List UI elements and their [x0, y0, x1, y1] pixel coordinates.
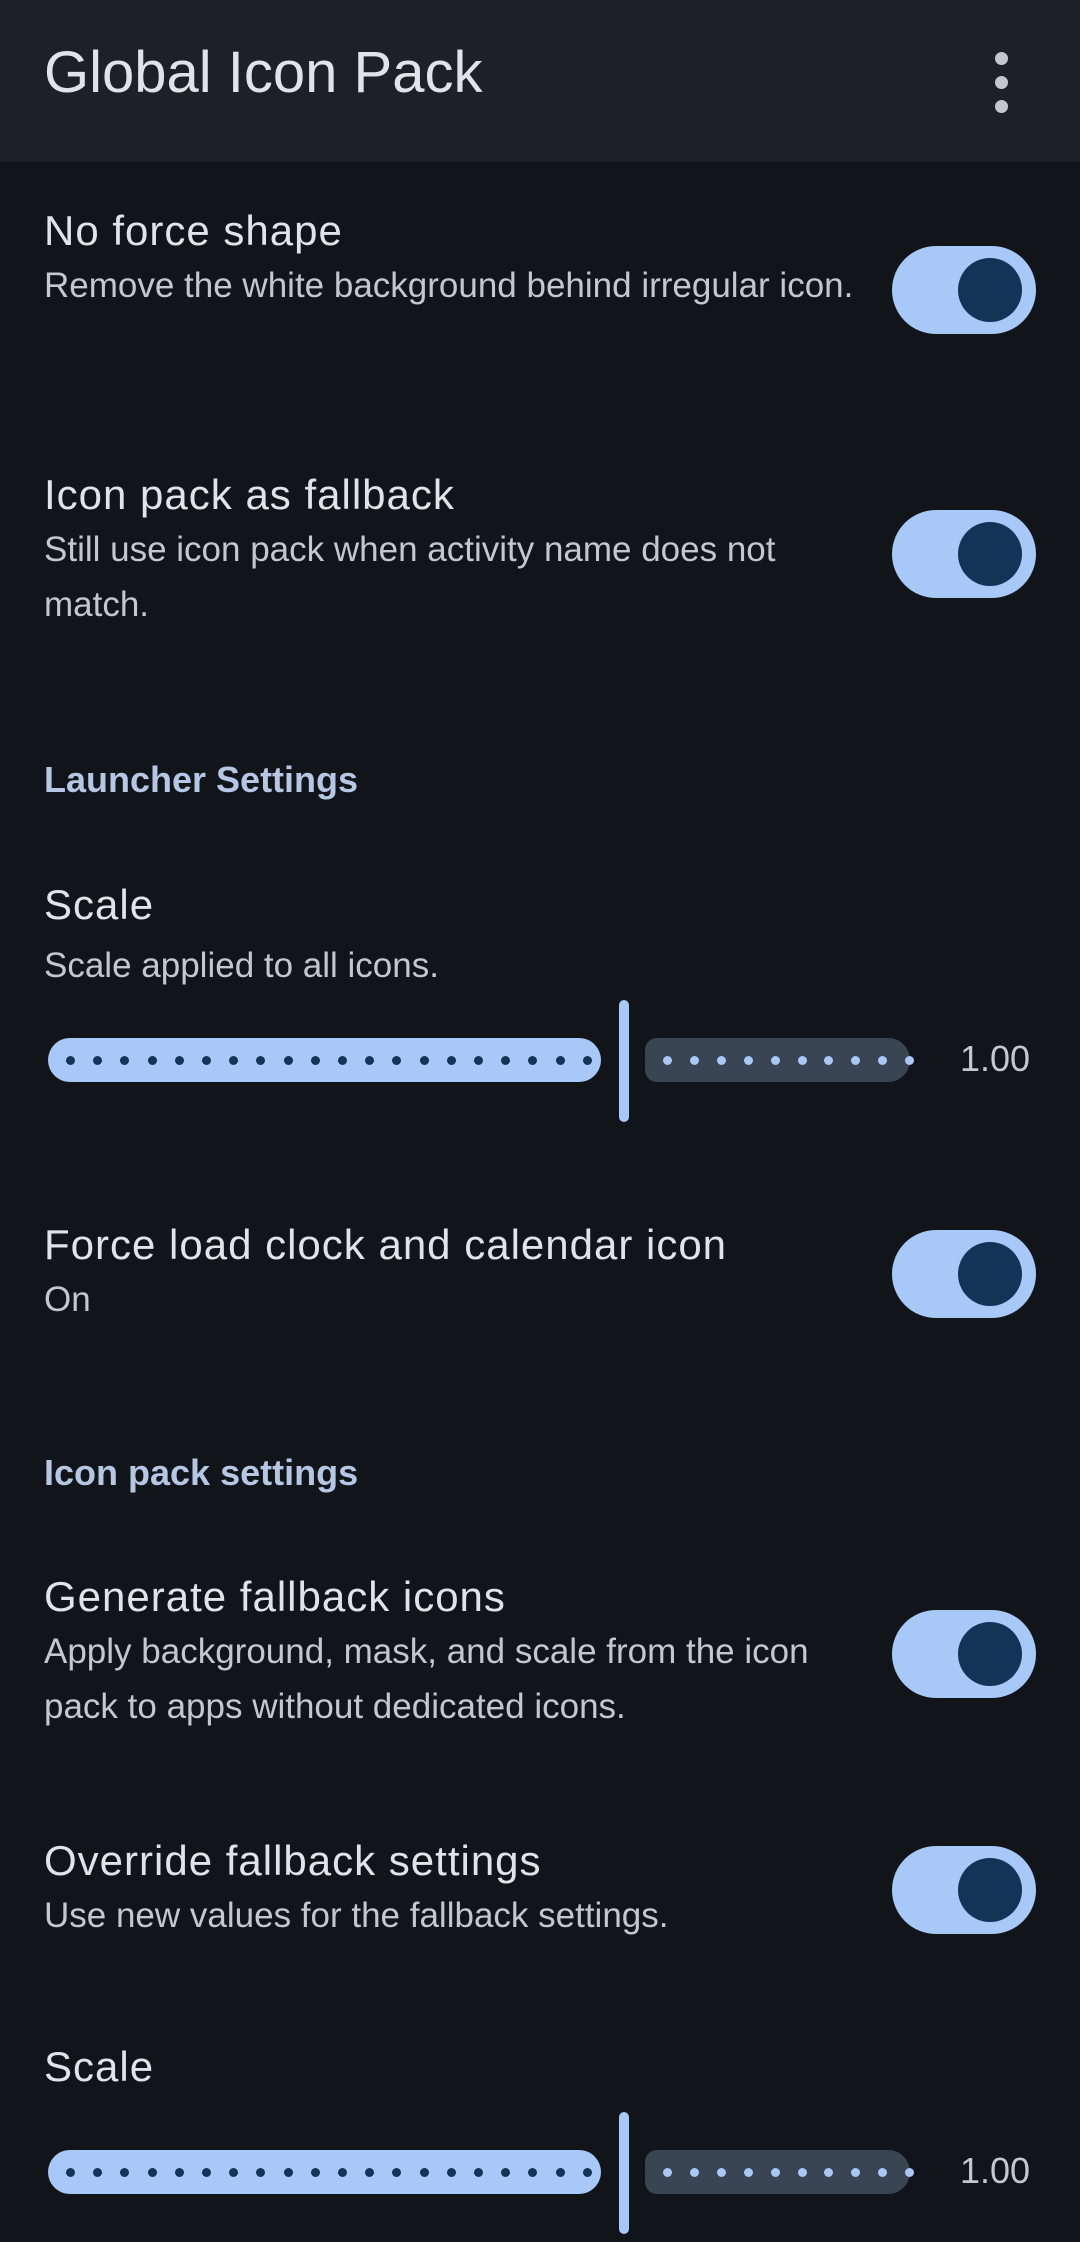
- slider-handle[interactable]: [619, 2112, 629, 2234]
- slider-tick: [770, 2168, 780, 2177]
- slider-active-track: [48, 2150, 601, 2194]
- pref-no-force-shape[interactable]: No force shape Remove the white backgrou…: [0, 190, 1080, 400]
- slider-tick: [555, 2168, 565, 2177]
- pref-summary: Still use icon pack when activity name d…: [44, 530, 776, 624]
- switch-thumb: [958, 1622, 1022, 1686]
- section-header-icon-pack: Icon pack settings: [44, 1452, 359, 1493]
- slider-tick: [582, 2168, 592, 2177]
- slider-tick: [446, 1056, 456, 1065]
- slider-value: 1.00: [960, 2150, 1031, 2191]
- fallback-scale-slider[interactable]: 1.00: [44, 2112, 1040, 2242]
- override-fallback-switch[interactable]: [892, 1846, 1036, 1934]
- slider-tick: [797, 1056, 807, 1065]
- pref-launcher-scale: Scale Scale applied to all icons. 1.00: [0, 870, 1080, 1150]
- pref-title: Generate fallback icons: [44, 1573, 506, 1620]
- pref-title: No force shape: [44, 207, 343, 254]
- pref-summary: Remove the white background behind irreg…: [44, 266, 854, 305]
- slider-tick: [310, 1056, 320, 1065]
- slider-tick: [905, 2168, 915, 2177]
- slider-tick: [797, 2168, 807, 2177]
- generate-fallback-switch[interactable]: [892, 1610, 1036, 1698]
- slider-value: 1.00: [960, 1038, 1031, 1079]
- slider-tick: [338, 1056, 347, 1065]
- force-clock-switch[interactable]: [892, 1230, 1036, 1318]
- switch-thumb: [958, 258, 1022, 322]
- pref-summary: Use new values for the fallback settings…: [44, 1896, 669, 1935]
- pref-title: Override fallback settings: [44, 1837, 542, 1884]
- slider-tick: [202, 1056, 211, 1065]
- pref-summary: Scale applied to all icons.: [44, 946, 439, 985]
- pref-summary: On: [44, 1280, 91, 1319]
- slider-tick: [770, 1056, 780, 1065]
- switch-thumb: [958, 1858, 1022, 1922]
- slider-tick: [419, 2168, 429, 2177]
- slider-tick: [716, 2168, 726, 2177]
- slider-tick: [446, 2168, 456, 2177]
- section-header-launcher: Launcher Settings: [44, 759, 359, 800]
- slider-tick: [419, 1056, 429, 1065]
- switch-thumb: [958, 1242, 1022, 1306]
- slider-tick: [716, 1056, 726, 1065]
- app-bar: Global Icon Pack: [0, 0, 1080, 162]
- pref-title: Icon pack as fallback: [44, 471, 455, 518]
- pref-summary: Apply background, mask, and scale from t…: [44, 1632, 809, 1726]
- slider-tick: [663, 2168, 672, 2177]
- slider-tick: [689, 1056, 699, 1065]
- menu-dot: [995, 100, 1008, 113]
- slider-tick: [66, 2168, 75, 2177]
- slider-tick: [743, 1056, 753, 1065]
- pref-fallback-scale: Scale 1.00: [0, 2032, 1080, 2234]
- pref-generate-fallback[interactable]: Generate fallback icons Apply background…: [0, 1556, 1080, 1766]
- launcher-scale-slider[interactable]: 1.00: [44, 1000, 1040, 1130]
- slider-tick: [689, 2168, 699, 2177]
- pref-title: Scale: [44, 2043, 155, 2090]
- slider-tick: [147, 2168, 157, 2177]
- slider-tick: [582, 1056, 592, 1065]
- icon-pack-fallback-switch[interactable]: [892, 510, 1036, 598]
- slider-tick: [338, 2168, 347, 2177]
- menu-dot: [995, 52, 1008, 65]
- no-force-shape-switch[interactable]: [892, 246, 1036, 334]
- slider-tick: [663, 1056, 672, 1065]
- slider-tick: [283, 2168, 293, 2177]
- slider-tick: [310, 2168, 320, 2177]
- slider-tick: [283, 1056, 293, 1065]
- slider-tick: [555, 1056, 565, 1065]
- slider-tick: [147, 1056, 157, 1065]
- slider-tick: [66, 1056, 75, 1065]
- slider-tick: [174, 2168, 184, 2177]
- slider-tick: [743, 2168, 753, 2177]
- pref-override-fallback[interactable]: Override fallback settings Use new value…: [0, 1820, 1080, 1970]
- slider-tick: [474, 2168, 483, 2177]
- more-vert-icon[interactable]: [968, 36, 1036, 113]
- slider-tick: [905, 1056, 915, 1065]
- pref-title: Scale: [44, 881, 155, 928]
- switch-thumb: [958, 522, 1022, 586]
- slider-tick: [174, 1056, 184, 1065]
- pref-title: Force load clock and calendar icon: [44, 1221, 728, 1268]
- slider-handle[interactable]: [619, 1000, 629, 1122]
- app-title: Global Icon Pack: [44, 40, 483, 105]
- pref-force-clock[interactable]: Force load clock and calendar icon On: [0, 1204, 1080, 1364]
- menu-dot: [995, 76, 1008, 89]
- slider-tick: [474, 1056, 483, 1065]
- slider-active-track: [48, 1038, 601, 1082]
- pref-icon-pack-fallback[interactable]: Icon pack as fallback Still use icon pac…: [0, 454, 1080, 664]
- slider-tick: [202, 2168, 211, 2177]
